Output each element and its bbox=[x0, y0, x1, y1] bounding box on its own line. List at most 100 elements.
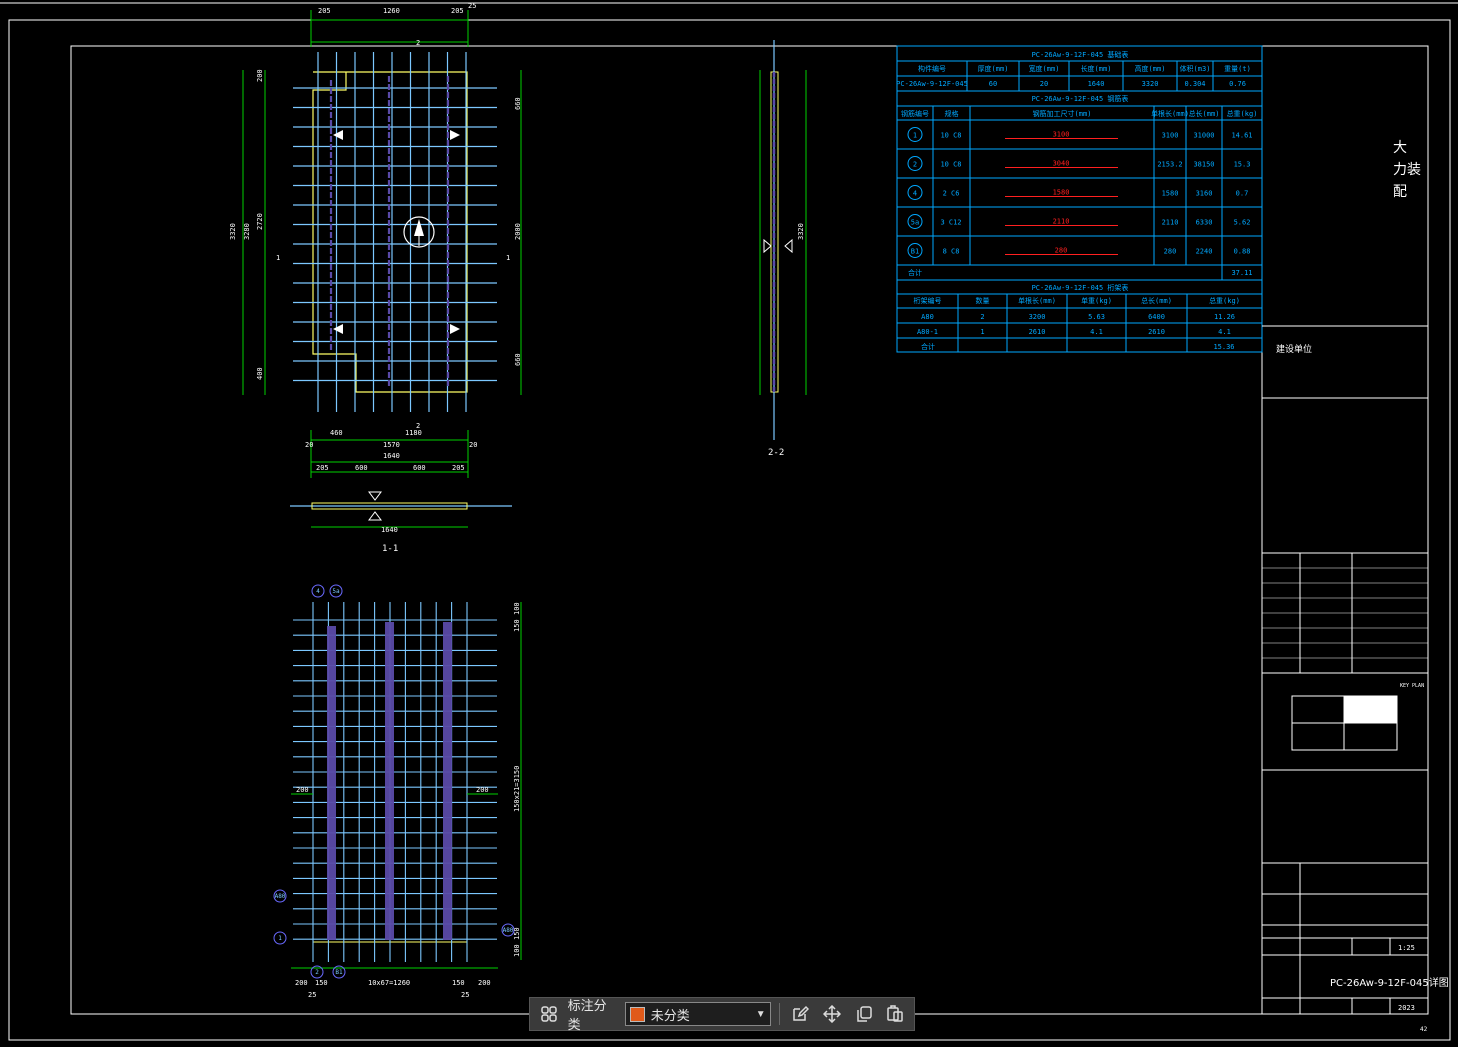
component-table-cell: 60 bbox=[989, 80, 997, 88]
truss-table-header: 单重(kg) bbox=[1081, 296, 1112, 305]
rebar-table-header: 钢筋加工尺寸(mm) bbox=[1033, 109, 1092, 118]
component-table-header: 宽度(mm) bbox=[1029, 64, 1060, 73]
title-char-0: 大 bbox=[1393, 140, 1407, 156]
rebar-weight: 14.61 bbox=[1231, 132, 1252, 140]
section-1-label: 1-1 bbox=[382, 544, 398, 554]
rebar-number: B1 bbox=[911, 248, 919, 256]
design-unit-label: 建设单位 bbox=[1276, 343, 1312, 355]
section-mark-1-left: 1 bbox=[276, 254, 280, 262]
scale-value: 1:25 bbox=[1398, 944, 1415, 952]
rebar-spec: 10 C8 bbox=[940, 132, 961, 140]
section-mark-1-right: 1 bbox=[506, 254, 510, 262]
plan-dim-right-0: 660 bbox=[514, 97, 522, 110]
plan-dim-bottom-1: 1570 bbox=[383, 441, 400, 449]
truss-table-cell: 3200 bbox=[1029, 313, 1046, 321]
plan-dim-bottom-0: 20 bbox=[305, 441, 313, 449]
copy-icon[interactable] bbox=[851, 1001, 877, 1027]
plan-bottom-dim-0: 460 bbox=[330, 429, 343, 437]
component-table-cell: 1640 bbox=[1088, 80, 1105, 88]
rebar-dim-bottom-4: 200 bbox=[478, 979, 491, 987]
component-table-cell: PC-26Aw-9-12F-045 bbox=[896, 80, 968, 88]
lower-dim-2: 600 bbox=[413, 464, 426, 472]
marker-4: 4 bbox=[316, 588, 320, 595]
rebar-dim-right-1: 150 bbox=[513, 619, 521, 632]
rebar-dim-bottom-3: 150 bbox=[452, 979, 465, 987]
plan-dim-left-4: 400 bbox=[256, 367, 264, 380]
plan-dim-top-3: 25 bbox=[468, 2, 476, 10]
slab-plan-view: 205 1260 205 25 2 2 460 1180 20 1570 20 … bbox=[229, 2, 522, 478]
plan-dim-bottom-2: 20 bbox=[469, 441, 477, 449]
sheet-number: 42 bbox=[1420, 1026, 1428, 1033]
title-block: KEY PLAN 大 力装 配 建设单位 PC-26Aw-9-12F-045详图… bbox=[1262, 140, 1449, 1033]
truss-table-cell: 4.1 bbox=[1218, 328, 1231, 336]
component-table-header: 重量(t) bbox=[1224, 65, 1251, 73]
section-2-2: 3320 2-2 bbox=[759, 40, 807, 458]
rebar-side-left: 200 bbox=[296, 786, 309, 794]
rebar-total-length: 2240 bbox=[1196, 248, 1213, 256]
cad-drawing-canvas[interactable]: 205 1260 205 25 2 2 460 1180 20 1570 20 … bbox=[0, 0, 1458, 1047]
section-1-1: 1640 1-1 bbox=[290, 491, 512, 554]
truss-table-header: 单根长(mm) bbox=[1018, 296, 1056, 305]
lower-dim-1: 600 bbox=[355, 464, 368, 472]
schedule-tables: PC-26Aw-9-12F-045 基础表构件编号 厚度(mm) 宽度(mm) 长度(… bbox=[896, 45, 1263, 353]
title-char-2: 配 bbox=[1393, 184, 1407, 200]
truss-table-header: 数量 bbox=[976, 296, 990, 305]
rebar-dim-bottom-0: 200 bbox=[295, 979, 308, 987]
rebar-spec: 3 C12 bbox=[940, 219, 961, 227]
rebar-spec: 8 C8 bbox=[943, 248, 960, 256]
section-2-dim: 3320 bbox=[797, 223, 805, 240]
truss-table-cell: A80-1 bbox=[917, 328, 938, 336]
truss-table-cell: 6400 bbox=[1148, 313, 1165, 321]
component-table-cell: 0.76 bbox=[1229, 80, 1246, 88]
rebar-total-label: 合计 bbox=[908, 268, 922, 277]
plan-dim-top-2: 205 bbox=[451, 7, 464, 15]
annotation-category-select[interactable]: 未分类 ▼ bbox=[624, 1002, 771, 1026]
truss-table-cell: A80 bbox=[921, 313, 934, 321]
plan-dim-right-2: 660 bbox=[514, 353, 522, 366]
rebar-shape-dim: 2110 bbox=[1053, 218, 1070, 226]
rebar-dim-right-3: 150 bbox=[513, 927, 521, 940]
truss-table-title: PC-26Aw-9-12F-045 桁架表 bbox=[1032, 283, 1129, 292]
component-table-cell: 0.304 bbox=[1184, 80, 1205, 88]
grid-icon[interactable] bbox=[536, 1001, 562, 1027]
rebar-table-header: 钢筋编号 bbox=[901, 109, 929, 118]
rebar-length: 2110 bbox=[1162, 219, 1179, 227]
move-icon[interactable] bbox=[819, 1001, 845, 1027]
component-table-header: 厚度(mm) bbox=[978, 64, 1009, 73]
marker-b1: B1 bbox=[335, 969, 343, 976]
rebar-number: 4 bbox=[913, 190, 917, 198]
rebar-dim-bottom2-0: 25 bbox=[308, 991, 316, 999]
rebar-length: 2153.2 bbox=[1157, 161, 1182, 169]
rebar-length: 3100 bbox=[1162, 132, 1179, 140]
component-table-title: PC-26Aw-9-12F-045 基础表 bbox=[1032, 50, 1129, 59]
rebar-dim-right-2: 150x21=3150 bbox=[513, 766, 521, 812]
component-table-header: 体积(m3) bbox=[1180, 64, 1211, 73]
rebar-table-header: 总重(kg) bbox=[1227, 109, 1258, 118]
rebar-total-length: 31000 bbox=[1193, 132, 1214, 140]
rebar-number: 1 bbox=[913, 132, 917, 140]
plan-dim-left-6: 200 bbox=[256, 69, 264, 82]
rebar-number: 5a bbox=[911, 219, 919, 227]
truss-table-cell: 4.1 bbox=[1090, 328, 1103, 336]
component-table-header: 构件编号 bbox=[918, 64, 946, 73]
plan-dim-top-1: 1260 bbox=[383, 7, 400, 15]
rebar-total-length: 38150 bbox=[1193, 161, 1214, 169]
edit-icon[interactable] bbox=[788, 1001, 814, 1027]
rebar-table-header: 总长(mm) bbox=[1189, 109, 1220, 118]
rebar-table-header: 单根长(mm) bbox=[1151, 109, 1189, 118]
drawing-name: PC-26Aw-9-12F-045详图 bbox=[1330, 976, 1449, 989]
component-table-header: 长度(mm) bbox=[1081, 64, 1112, 73]
rebar-shape-dim: 3040 bbox=[1053, 160, 1070, 168]
paste-icon[interactable] bbox=[882, 1001, 908, 1027]
rebar-dim-bottom2-1: 25 bbox=[461, 991, 469, 999]
toolbar-divider bbox=[778, 1003, 780, 1025]
component-table-cell: 3320 bbox=[1142, 80, 1159, 88]
truss-total-value: 15.36 bbox=[1213, 343, 1234, 351]
rebar-dim-right-4: 100 bbox=[513, 944, 521, 957]
rebar-number: 2 bbox=[913, 161, 917, 169]
rebar-side-right: 200 bbox=[476, 786, 489, 794]
category-selected-value: 未分类 bbox=[650, 1007, 690, 1023]
rebar-table-header: 规格 bbox=[945, 109, 959, 118]
plan-dim-bottom-3: 1640 bbox=[383, 452, 400, 460]
rebar-layout-plan: 4 5a A80 1 2 B1 A80 200 150 10x67=1260 1… bbox=[273, 584, 522, 999]
